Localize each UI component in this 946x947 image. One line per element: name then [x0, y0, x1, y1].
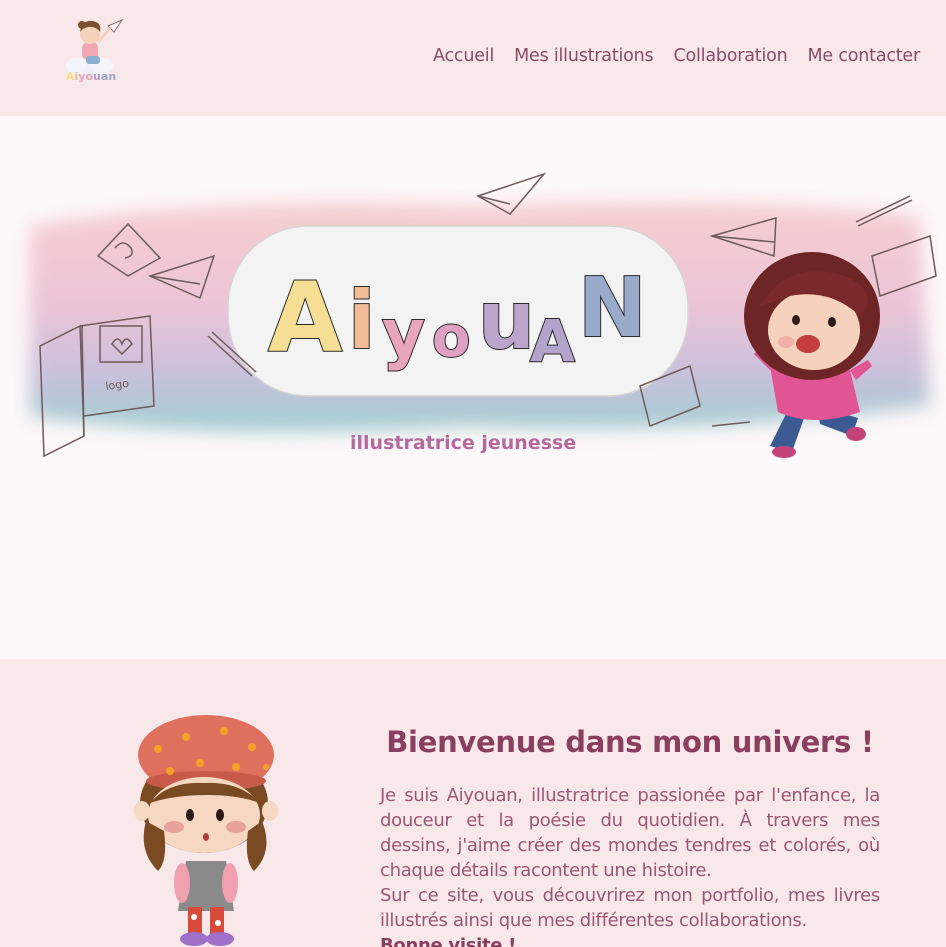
- welcome-title: Bienvenue dans mon univers !: [386, 725, 874, 759]
- banner-subtitle: illustratrice jeunesse: [350, 432, 576, 454]
- welcome-closing: Bonne visite !: [380, 935, 517, 947]
- svg-text:N: N: [578, 261, 647, 356]
- site-header: Aiyouan Accueil Mes illustrations Collab…: [0, 0, 946, 116]
- hero-section: A i y o u A N illustratrice jeunesse log…: [0, 116, 946, 659]
- hero-banner-image: A i y o u A N illustratrice jeunesse log…: [30, 172, 937, 458]
- nav-link-mes-illustrations[interactable]: Mes illustrations: [514, 46, 654, 66]
- running-girl-icon: [744, 252, 880, 458]
- nav-link-me-contacter[interactable]: Me contacter: [808, 46, 921, 66]
- logo[interactable]: Aiyouan: [58, 12, 126, 86]
- nav-link-accueil[interactable]: Accueil: [433, 46, 494, 66]
- svg-text:i: i: [348, 274, 375, 367]
- nav-link-collaboration[interactable]: Collaboration: [673, 46, 787, 66]
- main-nav: Accueil Mes illustrations Collaboration …: [433, 46, 920, 66]
- welcome-paragraph-1: Je suis Aiyouan, illustratrice passionée…: [380, 785, 880, 881]
- welcome-section: Bienvenue dans mon univers ! Je suis Aiy…: [0, 659, 946, 947]
- welcome-text: Je suis Aiyouan, illustratrice passionée…: [380, 783, 880, 947]
- welcome-paragraph-2: Sur ce site, vous découvrirez mon portfo…: [380, 885, 880, 931]
- svg-text:A: A: [530, 307, 575, 375]
- svg-text:A: A: [268, 262, 342, 374]
- svg-text:u: u: [478, 274, 535, 367]
- svg-text:y: y: [382, 295, 425, 372]
- svg-text:o: o: [432, 305, 470, 370]
- svg-text:Aiyouan: Aiyouan: [66, 70, 116, 83]
- girl-illustration-icon: [134, 715, 278, 946]
- logo-illustration-icon: Aiyouan: [66, 18, 124, 83]
